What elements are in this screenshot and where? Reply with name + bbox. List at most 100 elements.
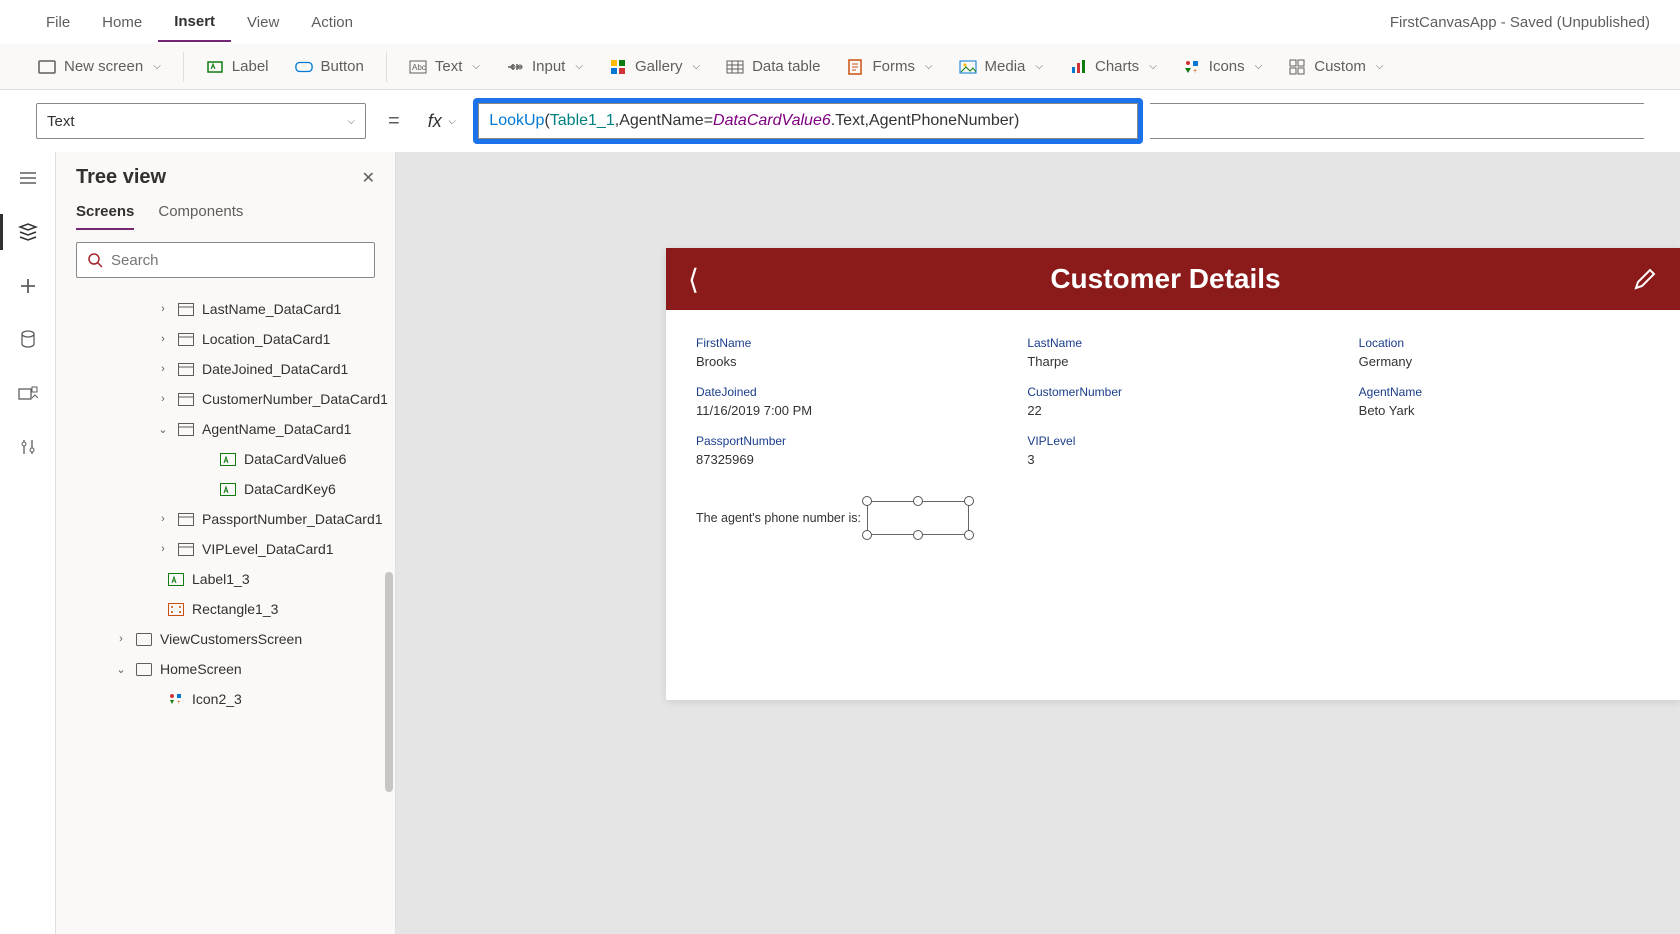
field-firstname: FirstNameBrooks (696, 336, 987, 369)
expander-icon[interactable]: › (156, 333, 170, 345)
formula-input-extension[interactable] (1150, 103, 1644, 139)
expander-icon[interactable]: › (114, 633, 128, 645)
card-icon (178, 392, 194, 406)
back-icon[interactable]: ⟨ (688, 263, 699, 296)
edit-icon[interactable] (1632, 266, 1658, 292)
new-screen-button[interactable]: New screen⌵ (28, 52, 171, 82)
tree-view-icon[interactable] (16, 220, 40, 244)
field-agentname: AgentNameBeto Yark (1359, 385, 1650, 418)
menu-view[interactable]: View (231, 4, 295, 41)
rect-icon (168, 602, 184, 616)
label-icon (220, 452, 236, 466)
tree-item-label: DataCardKey6 (244, 481, 336, 497)
selected-label-control[interactable] (867, 501, 969, 535)
tree-item[interactable]: › Location_DataCard1 (56, 324, 395, 354)
media-rail-icon[interactable] (16, 382, 40, 406)
separator (386, 52, 387, 82)
agent-phone-line: The agent's phone number is: (696, 501, 1650, 535)
hamburger-icon[interactable] (16, 166, 40, 190)
tree-item[interactable]: › PassportNumber_DataCard1 (56, 504, 395, 534)
forms-dropdown[interactable]: Forms ⌵ (836, 52, 942, 82)
icons-label: Icons (1209, 58, 1245, 75)
tree-item[interactable]: DataCardKey6 (56, 474, 395, 504)
field-viplevel: VIPLevel3 (1027, 434, 1318, 467)
tab-screens[interactable]: Screens (76, 203, 134, 230)
tree-search[interactable] (76, 242, 375, 278)
resize-handle[interactable] (862, 496, 872, 506)
expander-icon[interactable]: › (156, 303, 170, 315)
tree-item[interactable]: ⌄AgentName_DataCard1 (56, 414, 395, 444)
menu-action[interactable]: Action (295, 4, 369, 41)
charts-label: Charts (1095, 58, 1139, 75)
tree-item[interactable]: ›LastName_DataCard1 (56, 294, 395, 324)
tree-item[interactable]: ⌄HomeScreen (56, 654, 395, 684)
resize-handle[interactable] (862, 530, 872, 540)
gallery-dropdown[interactable]: Gallery⌵ (599, 52, 710, 82)
menu-insert[interactable]: Insert (158, 3, 231, 42)
expander-icon[interactable]: › (156, 363, 170, 375)
label-icon (220, 482, 236, 496)
preview-header: ⟨ Customer Details (666, 248, 1680, 310)
scrollbar-thumb[interactable] (385, 572, 393, 792)
tree-search-input[interactable] (111, 252, 364, 269)
data-table-button[interactable]: Data table (716, 52, 830, 82)
tree-item-label: Location_DataCard1 (202, 331, 330, 347)
resize-handle[interactable] (913, 530, 923, 540)
tree-item[interactable]: Rectangle1_3 (56, 594, 395, 624)
expander-icon[interactable]: › (156, 513, 170, 525)
resize-handle[interactable] (964, 496, 974, 506)
agent-phone-label: The agent's phone number is: (696, 511, 861, 525)
tab-components[interactable]: Components (158, 203, 243, 230)
advanced-tools-icon[interactable] (16, 436, 40, 460)
tree-item-label: PassportNumber_DataCard1 (202, 511, 383, 527)
chevron-down-icon: ⌵ (1035, 61, 1043, 72)
search-icon (87, 252, 103, 268)
charts-dropdown[interactable]: Charts⌵ (1059, 52, 1167, 82)
formula-input[interactable]: LookUp(Table1_1, AgentName = DataCardVal… (478, 103, 1138, 139)
label-button[interactable]: Label (196, 52, 279, 82)
tree-item[interactable]: ›DateJoined_DataCard1 (56, 354, 395, 384)
resize-handle[interactable] (913, 496, 923, 506)
chevron-down-icon: ⌵ (472, 61, 480, 72)
menu-bar: File Home Insert View Action FirstCanvas… (0, 0, 1680, 44)
tree-item-label: DataCardValue6 (244, 451, 346, 467)
tree-item-label: Icon2_3 (192, 691, 242, 707)
fx-button[interactable]: fx⌵ (422, 111, 462, 132)
main-area: Tree view ✕ Screens Components ›LastName… (0, 152, 1680, 934)
property-selector[interactable]: Text ⌵ (36, 103, 366, 139)
insert-icon[interactable] (16, 274, 40, 298)
media-dropdown[interactable]: Media⌵ (949, 52, 1053, 82)
forms-label: Forms (872, 58, 915, 75)
chevron-down-icon: ⌵ (575, 61, 583, 72)
card-icon (178, 332, 194, 346)
expander-icon[interactable]: › (156, 393, 170, 405)
custom-dropdown[interactable]: Custom⌵ (1278, 52, 1393, 82)
data-icon[interactable] (16, 328, 40, 352)
button-icon (295, 58, 313, 76)
text-dropdown[interactable]: Abc Text⌵ (399, 52, 490, 82)
close-icon[interactable]: ✕ (362, 168, 375, 188)
expander-icon[interactable]: › (156, 543, 170, 555)
button-button[interactable]: Button (285, 52, 374, 82)
tree-item[interactable]: Label1_3 (56, 564, 395, 594)
tree-item[interactable]: ›VIPLevel_DataCard1 (56, 534, 395, 564)
menu-file[interactable]: File (30, 4, 86, 41)
input-dropdown[interactable]: Input⌵ (496, 52, 593, 82)
tree-item[interactable]: › CustomerNumber_DataCard1 (56, 384, 395, 414)
canvas[interactable]: ⟨ Customer Details FirstNameBrooks LastN… (396, 152, 1680, 934)
chevron-down-icon: ⌵ (925, 61, 933, 72)
icons-dropdown[interactable]: + Icons⌵ (1173, 52, 1272, 82)
tree-item[interactable]: ›ViewCustomersScreen (56, 624, 395, 654)
tree-item[interactable]: +Icon2_3 (56, 684, 395, 714)
tree-item-label: CustomerNumber_DataCard1 (202, 391, 388, 407)
tree-item[interactable]: DataCardValue6 (56, 444, 395, 474)
custom-icon (1288, 58, 1306, 76)
chevron-down-icon: ⌵ (1255, 61, 1263, 72)
formula-token-source: Table1_1 (550, 112, 615, 130)
resize-handle[interactable] (964, 530, 974, 540)
charts-icon (1069, 58, 1087, 76)
expander-icon[interactable]: ⌄ (156, 423, 170, 436)
menu-home[interactable]: Home (86, 4, 158, 41)
expander-icon[interactable]: ⌄ (114, 663, 128, 676)
app-preview: ⟨ Customer Details FirstNameBrooks LastN… (666, 248, 1680, 700)
